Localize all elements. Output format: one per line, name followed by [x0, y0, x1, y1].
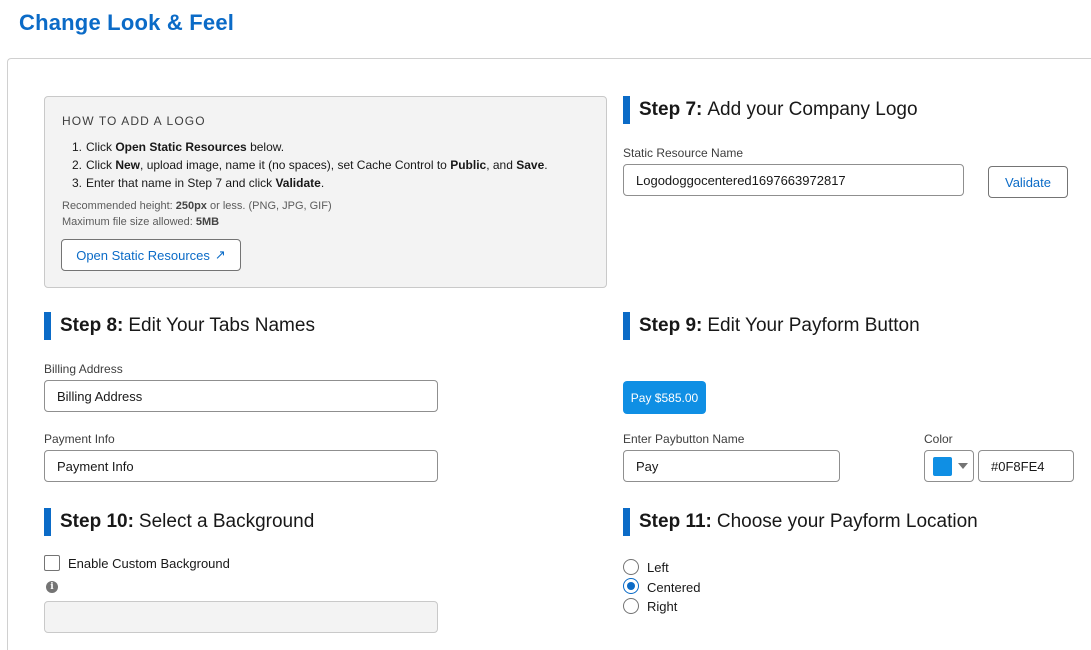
size-note: Maximum file size allowed: 5MB	[62, 216, 220, 228]
step10-heading: Step 10: Select a Background	[44, 508, 314, 536]
pay-button-preview[interactable]: Pay $585.00	[623, 381, 706, 414]
custom-background-checkbox[interactable]	[44, 555, 60, 571]
howto-step-3: 3. Enter that name in Step 7 and click Va…	[71, 176, 325, 190]
step11-heading: Step 11: Choose your Payform Location	[623, 508, 978, 536]
step8-heading: Step 8: Edit Your Tabs Names	[44, 312, 315, 340]
chevron-down-icon	[958, 463, 968, 469]
page-title: Change Look & Feel	[19, 10, 235, 35]
radio-right-label: Right	[647, 599, 678, 614]
paybutton-name-input[interactable]	[623, 450, 840, 482]
static-resource-label: Static Resource Name	[623, 146, 744, 160]
howto-box: HOW TO ADD A LOGO 1. Click Open Static Re…	[44, 96, 607, 288]
color-picker[interactable]	[924, 450, 974, 482]
howto-step-1: 1. Click Open Static Resources below.	[71, 140, 285, 154]
billing-address-label: Billing Address	[44, 362, 123, 376]
radio-left-label: Left	[647, 560, 669, 575]
howto-steps: 1. Click Open Static Resources below. 2. C…	[62, 138, 548, 192]
step7-heading: Step 7: Add your Company Logo	[623, 96, 918, 124]
radio-centered-label: Centered	[647, 580, 701, 595]
external-link-icon: ↗	[214, 247, 226, 262]
radio-right[interactable]	[623, 598, 639, 614]
radio-centered[interactable]	[623, 578, 639, 594]
payment-info-label: Payment Info	[44, 432, 115, 446]
static-resource-input[interactable]	[623, 164, 964, 196]
color-hex-input[interactable]	[978, 450, 1074, 482]
payment-info-input[interactable]	[44, 450, 438, 482]
radio-left[interactable]	[623, 559, 639, 575]
color-swatch	[933, 456, 952, 476]
open-static-resources-button[interactable]: Open Static Resources ↗	[61, 239, 241, 271]
validate-button[interactable]: Validate	[988, 166, 1068, 198]
background-input	[44, 601, 438, 633]
info-icon[interactable]: i	[46, 581, 58, 593]
howto-step-2: 2. Click New, upload image, name it (no s…	[71, 158, 548, 172]
billing-address-input[interactable]	[44, 380, 438, 412]
color-label: Color	[924, 432, 953, 446]
paybutton-name-label: Enter Paybutton Name	[623, 432, 745, 446]
step9-heading: Step 9: Edit Your Payform Button	[623, 312, 920, 340]
howto-title: HOW TO ADD A LOGO	[62, 114, 206, 128]
height-note: Recommended height: 250px or less. (PNG,…	[62, 200, 332, 212]
custom-background-label: Enable Custom Background	[68, 556, 230, 571]
